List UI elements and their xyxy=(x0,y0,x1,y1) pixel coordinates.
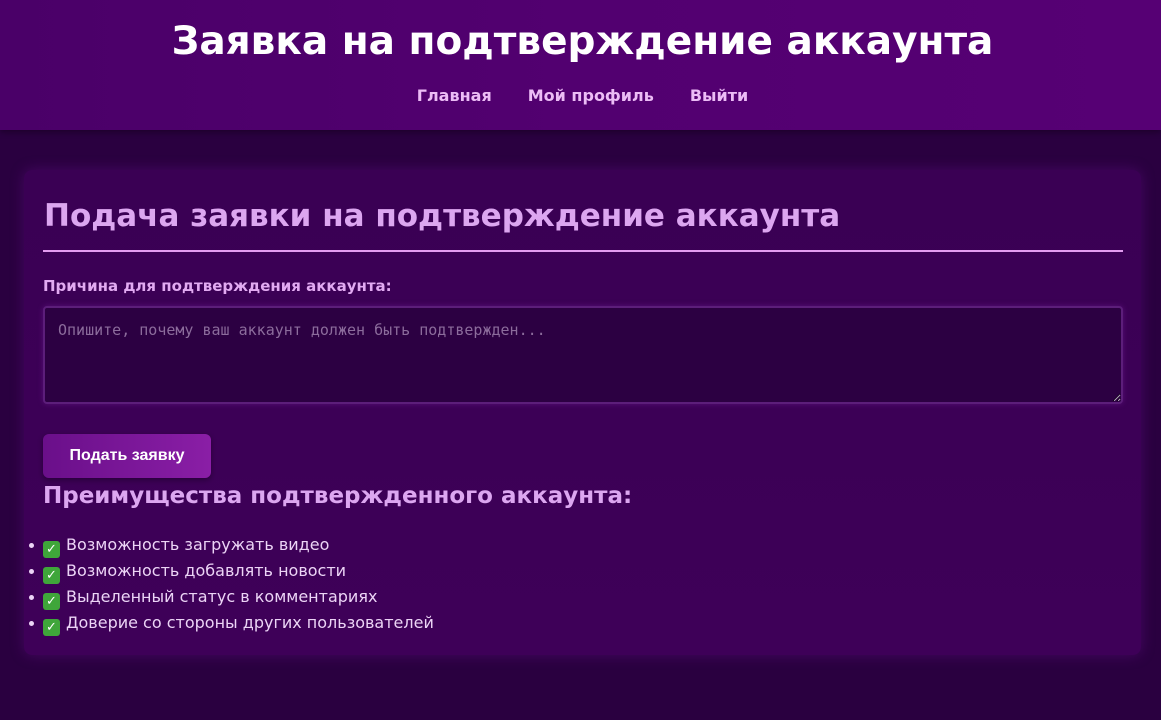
benefits-title: Преимущества подтвержденного аккаунта: xyxy=(43,483,633,509)
list-item: ✓ Возможность добавлять новости xyxy=(24,558,434,584)
check-mark-icon: ✓ xyxy=(43,541,60,558)
submit-button[interactable]: Подать заявку xyxy=(43,434,211,478)
check-mark-icon: ✓ xyxy=(43,619,60,636)
list-item: ✓ Возможность загружать видео xyxy=(24,532,434,558)
benefit-text: Выделенный статус в комментариях xyxy=(66,587,378,606)
list-item: ✓ Выделенный статус в комментариях xyxy=(24,584,434,610)
verification-card: Подача заявки на подтверждение аккаунта … xyxy=(24,170,1141,655)
nav-link-profile[interactable]: Мой профиль xyxy=(528,86,654,106)
main-nav: Главная Мой профиль Выйти xyxy=(0,86,1161,106)
site-title: Заявка на подтверждение аккаунта xyxy=(171,19,994,64)
benefit-text: Доверие со стороны других пользователей xyxy=(66,613,434,632)
benefit-text: Возможность загружать видео xyxy=(66,535,330,554)
check-mark-icon: ✓ xyxy=(43,567,60,584)
list-item: ✓ Доверие со стороны других пользователей xyxy=(24,610,434,636)
title-divider xyxy=(43,250,1123,252)
site-header: Заявка на подтверждение аккаунта Главная… xyxy=(0,0,1161,130)
nav-link-home[interactable]: Главная xyxy=(417,86,492,106)
nav-link-logout[interactable]: Выйти xyxy=(690,86,748,106)
reason-textarea[interactable] xyxy=(43,306,1123,404)
benefits-list: ✓ Возможность загружать видео ✓ Возможност… xyxy=(24,532,434,636)
reason-label: Причина для подтверждения аккаунта: xyxy=(43,277,392,295)
form-title: Подача заявки на подтверждение аккаунта xyxy=(44,198,841,234)
benefit-text: Возможность добавлять новости xyxy=(66,561,347,580)
check-mark-icon: ✓ xyxy=(43,593,60,610)
